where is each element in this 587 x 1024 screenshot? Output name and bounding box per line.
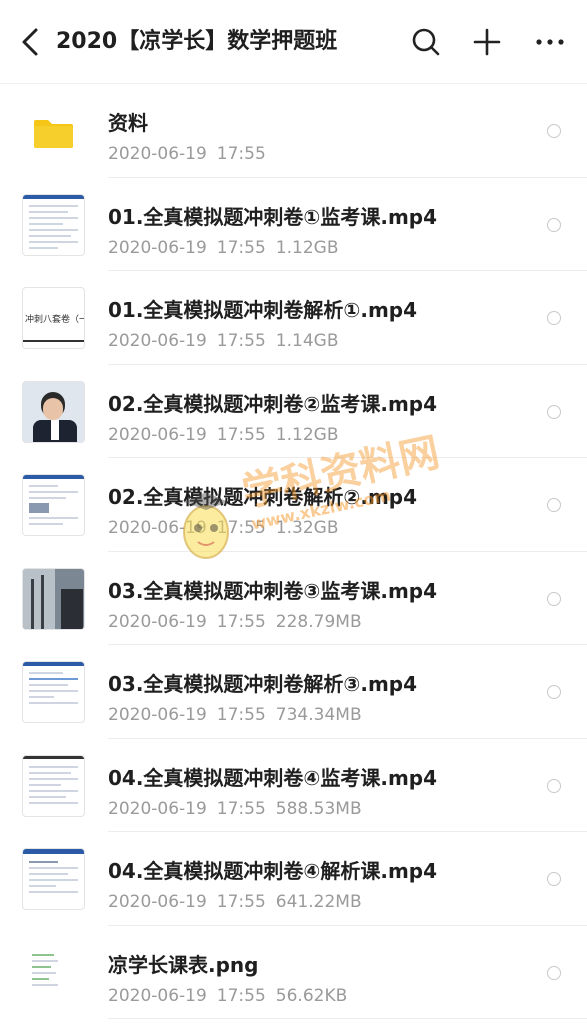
list-item[interactable]: 04.全真模拟题冲刺卷④解析课.mp4 2020-06-19 17:55 641.2… bbox=[0, 832, 587, 926]
file-meta: 2020-06-19 17:55 734.34MB bbox=[108, 705, 362, 725]
select-radio[interactable] bbox=[547, 217, 561, 232]
list-item[interactable]: 凉学长课表.png 2020-06-19 17:55 56.62KB bbox=[0, 926, 587, 1020]
chevron-left-icon[interactable] bbox=[14, 24, 46, 60]
file-name: 02.全真模拟题冲刺卷解析②.mp4 bbox=[108, 485, 418, 509]
select-radio[interactable] bbox=[547, 872, 561, 886]
more-icon[interactable] bbox=[530, 22, 570, 62]
folder-icon bbox=[22, 100, 85, 162]
file-name: 凉学长课表.png bbox=[108, 952, 259, 977]
file-meta: 2020-06-19 17:55 56.62KB bbox=[108, 985, 348, 1006]
video-thumbnail bbox=[22, 380, 85, 443]
file-meta: 2020-06-19 17:55 228.79MB bbox=[108, 611, 362, 632]
file-name: 01.全真模拟题冲刺卷解析①.mp4 bbox=[108, 298, 418, 322]
select-radio[interactable] bbox=[547, 404, 561, 419]
list-item[interactable]: 冲刺八套卷（一）讲 01.全真模拟题冲刺卷解析①.mp4 2020-06-191… bbox=[0, 271, 587, 365]
select-radio[interactable] bbox=[547, 311, 561, 325]
list-item[interactable]: 资料 2020-06-19 17:55 bbox=[0, 84, 587, 178]
list-item[interactable]: 03.全真模拟题冲刺卷解析③.mp4 2020-06-19 17:55 734.34… bbox=[0, 645, 587, 739]
select-radio[interactable] bbox=[547, 498, 561, 512]
file-name: 02.全真模拟题冲刺卷②监考课.mp4 bbox=[108, 391, 438, 416]
list-item[interactable]: 01.全真模拟题冲刺卷①监考课.mp4 2020-06-19 17:55 1.12G… bbox=[0, 178, 587, 272]
video-thumbnail bbox=[22, 848, 85, 910]
file-name: 03.全真模拟题冲刺卷③监考课.mp4 bbox=[108, 578, 438, 603]
page-title: 2020【凉学长】数学押题班 bbox=[56, 29, 338, 54]
list-item[interactable]: 04.全真模拟题冲刺卷④监考课.mp4 2020-06-19 17:55 588.5… bbox=[0, 739, 587, 833]
select-radio[interactable] bbox=[547, 685, 561, 699]
file-meta: 2020-06-19 17:55 1.32GB bbox=[108, 518, 339, 538]
image-thumbnail bbox=[22, 941, 85, 1004]
plus-icon[interactable] bbox=[467, 22, 507, 62]
select-radio[interactable] bbox=[547, 124, 561, 138]
file-name: 01.全真模拟题冲刺卷①监考课.mp4 bbox=[108, 204, 438, 229]
video-thumbnail bbox=[22, 193, 85, 256]
video-thumbnail bbox=[22, 754, 85, 817]
file-list: 资料 2020-06-19 17:55 01.全真模拟题冲刺卷①监考课.mp4 2… bbox=[0, 84, 587, 1019]
file-name: 04.全真模拟题冲刺卷④监考课.mp4 bbox=[108, 765, 438, 790]
list-item[interactable]: 02.全真模拟题冲刺卷②监考课.mp4 2020-06-19 17:55 1.12G… bbox=[0, 365, 587, 459]
list-item[interactable]: 02.全真模拟题冲刺卷解析②.mp4 2020-06-19 17:55 1.32GB bbox=[0, 458, 587, 552]
file-meta: 2020-06-19 17:55 1.12GB bbox=[108, 424, 339, 445]
video-thumbnail bbox=[22, 567, 85, 630]
select-radio[interactable] bbox=[547, 591, 561, 606]
file-meta: 2020-06-19 17:55 bbox=[108, 144, 266, 164]
list-item[interactable]: 03.全真模拟题冲刺卷③监考课.mp4 2020-06-19 17:55 228.7… bbox=[0, 552, 587, 646]
video-thumbnail bbox=[22, 474, 85, 536]
file-name: 03.全真模拟题冲刺卷解析③.mp4 bbox=[108, 672, 418, 696]
video-thumbnail: 冲刺八套卷（一）讲 bbox=[22, 287, 85, 349]
search-icon[interactable] bbox=[406, 22, 446, 62]
file-meta: 2020-06-19 17:55 1.12GB bbox=[108, 237, 339, 258]
file-meta: 2020-06-19 17:55 641.22MB bbox=[108, 892, 362, 912]
file-meta: 2020-06-19 17:55 1.14GB bbox=[108, 331, 339, 351]
top-bar: 2020【凉学长】数学押题班 bbox=[0, 0, 587, 84]
select-radio[interactable] bbox=[547, 965, 561, 980]
video-thumbnail bbox=[22, 661, 85, 723]
file-name: 资料 bbox=[108, 111, 148, 135]
file-name: 04.全真模拟题冲刺卷④解析课.mp4 bbox=[108, 859, 438, 883]
select-radio[interactable] bbox=[547, 778, 561, 793]
file-meta: 2020-06-19 17:55 588.53MB bbox=[108, 798, 362, 819]
